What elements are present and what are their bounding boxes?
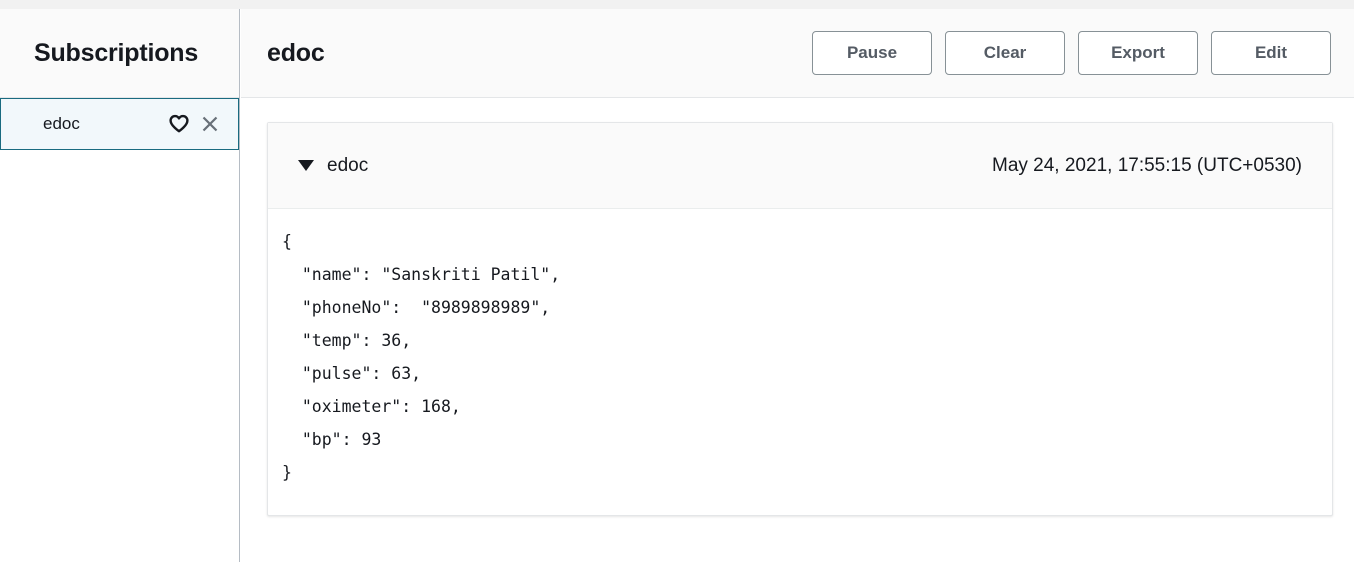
main-panel: edoc Pause Clear Export Edit edoc May 24… (241, 9, 1354, 562)
sidebar: Subscriptions edoc (0, 9, 240, 562)
sidebar-item-label: edoc (43, 114, 80, 133)
page-title: edoc (267, 38, 325, 67)
edit-button[interactable]: Edit (1211, 31, 1331, 75)
main-header: edoc Pause Clear Export Edit (241, 9, 1354, 98)
pause-button[interactable]: Pause (812, 31, 932, 75)
close-icon[interactable] (198, 112, 222, 136)
heart-outline-icon[interactable] (167, 112, 191, 136)
subscriptions-page: Subscriptions edoc edoc Pause Clear Expo… (0, 0, 1354, 562)
message-card: edoc May 24, 2021, 17:55:15 (UTC+0530) {… (267, 122, 1333, 516)
sidebar-item-edoc[interactable]: edoc (0, 98, 239, 150)
subscription-list: edoc (0, 98, 239, 150)
message-payload: { "name": "Sanskriti Patil", "phoneNo": … (282, 232, 561, 482)
message-timestamp: May 24, 2021, 17:55:15 (UTC+0530) (992, 154, 1302, 176)
top-strip (0, 0, 1354, 9)
messages-area: edoc May 24, 2021, 17:55:15 (UTC+0530) {… (241, 98, 1354, 516)
sidebar-title: Subscriptions (34, 38, 199, 67)
message-topic: edoc (327, 154, 369, 176)
caret-down-icon (298, 160, 314, 171)
message-body: { "name": "Sanskriti Patil", "phoneNo": … (268, 209, 1332, 515)
clear-button[interactable]: Clear (945, 31, 1065, 75)
sidebar-item-actions (167, 112, 222, 136)
export-button[interactable]: Export (1078, 31, 1198, 75)
sidebar-header: Subscriptions (0, 9, 239, 98)
header-actions: Pause Clear Export Edit (812, 31, 1331, 75)
message-expand-toggle[interactable]: edoc (298, 155, 368, 177)
message-card-header: edoc May 24, 2021, 17:55:15 (UTC+0530) (268, 123, 1332, 209)
